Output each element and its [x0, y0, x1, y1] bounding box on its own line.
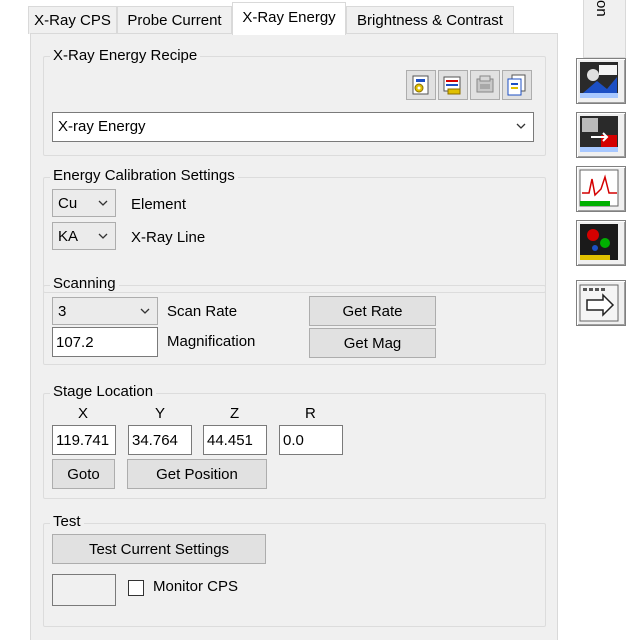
chevron-down-icon	[140, 308, 150, 314]
recipe-select[interactable]: X-ray Energy	[52, 112, 534, 142]
stage-x-header: X	[78, 405, 89, 422]
side-button-next[interactable]	[576, 280, 626, 326]
stage-y-value: 34.764	[132, 432, 178, 449]
tab-probe-current[interactable]: Probe Current	[117, 6, 232, 34]
side-button-image-compare[interactable]	[576, 112, 626, 158]
chevron-down-icon	[98, 200, 108, 206]
tab-label: Probe Current	[127, 12, 222, 29]
tab-brightness-contrast[interactable]: Brightness & Contrast	[346, 6, 514, 34]
get-mag-label: Get Mag	[343, 335, 402, 352]
recipe-group-title: X-Ray Energy Recipe	[50, 47, 201, 64]
get-position-button[interactable]: Get Position	[127, 459, 267, 489]
stage-x-input[interactable]: 119.741	[52, 425, 116, 455]
stage-z-header: Z	[230, 405, 240, 422]
image-acquire-icon	[580, 62, 618, 98]
side-button-image-acquire[interactable]	[576, 58, 626, 104]
image-compare-icon	[580, 116, 618, 152]
stage-r-input[interactable]: 0.0	[279, 425, 343, 455]
side-tab-fragment[interactable]: on	[583, 0, 626, 58]
calibration-group-title: Energy Calibration Settings	[50, 167, 238, 184]
stage-r-value: 0.0	[283, 432, 304, 449]
tab-label: Brightness & Contrast	[357, 12, 503, 29]
left-frame-edge	[0, 0, 8, 640]
scan-rate-value: 3	[58, 303, 67, 320]
scanning-group-title: Scanning	[50, 275, 119, 292]
load-recipe-icon	[412, 75, 429, 95]
magnification-label: Magnification	[167, 333, 256, 350]
test-current-settings-button[interactable]: Test Current Settings	[52, 534, 266, 564]
xray-energy-panel: X-Ray Energy Recipe X-ray Energy Energy …	[30, 33, 558, 640]
copy-recipe-icon	[507, 74, 526, 96]
side-tab-label: on	[593, 0, 610, 17]
get-rate-label: Get Rate	[342, 303, 403, 320]
monitor-cps-checkbox[interactable]	[128, 580, 144, 596]
xray-line-label: X-Ray Line	[131, 229, 206, 246]
stage-y-header: Y	[155, 405, 166, 422]
delete-recipe-icon	[476, 75, 494, 93]
stage-group-title: Stage Location	[50, 383, 157, 400]
save-recipe-icon	[443, 76, 461, 95]
cps-readout	[52, 574, 116, 606]
stage-x-value: 119.741	[56, 432, 110, 449]
map-color-icon	[580, 224, 618, 260]
scan-rate-label: Scan Rate	[167, 303, 238, 320]
goto-label: Goto	[67, 466, 100, 483]
test-current-settings-label: Test Current Settings	[88, 541, 230, 558]
tab-label: X-Ray Energy	[242, 9, 336, 26]
test-group-title: Test	[50, 513, 84, 530]
get-rate-button[interactable]: Get Rate	[309, 296, 436, 326]
copy-recipe-button[interactable]	[502, 70, 532, 100]
tab-xray-energy[interactable]: X-Ray Energy	[232, 2, 346, 35]
magnification-input[interactable]: 107.2	[52, 327, 158, 357]
spectrum-chart-icon	[579, 169, 619, 207]
chevron-down-icon	[98, 233, 108, 239]
side-button-map[interactable]	[576, 220, 626, 266]
chevron-down-icon	[516, 123, 526, 129]
save-recipe-button[interactable]	[438, 70, 468, 100]
next-arrow-icon	[579, 284, 619, 322]
xray-line-select[interactable]: KA	[52, 222, 116, 250]
goto-button[interactable]: Goto	[52, 459, 115, 489]
stage-r-header: R	[305, 405, 316, 422]
stage-y-input[interactable]: 34.764	[128, 425, 192, 455]
magnification-value: 107.2	[56, 334, 94, 351]
stage-z-value: 44.451	[207, 432, 253, 449]
delete-recipe-button[interactable]	[470, 70, 500, 100]
get-mag-button[interactable]: Get Mag	[309, 328, 436, 358]
get-position-label: Get Position	[156, 466, 238, 483]
side-button-spectrum[interactable]	[576, 166, 626, 212]
tab-xray-cps[interactable]: X-Ray CPS	[28, 6, 117, 34]
element-label: Element	[131, 196, 187, 213]
stage-z-input[interactable]: 44.451	[203, 425, 267, 455]
xray-line-select-value: KA	[58, 228, 79, 245]
element-select[interactable]: Cu	[52, 189, 116, 217]
element-select-value: Cu	[58, 195, 78, 212]
recipe-select-value: X-ray Energy	[58, 118, 146, 135]
scan-rate-select[interactable]: 3	[52, 297, 158, 325]
load-recipe-button[interactable]	[406, 70, 436, 100]
monitor-cps-label: Monitor CPS	[153, 578, 239, 595]
tab-label: X-Ray CPS	[34, 12, 111, 29]
